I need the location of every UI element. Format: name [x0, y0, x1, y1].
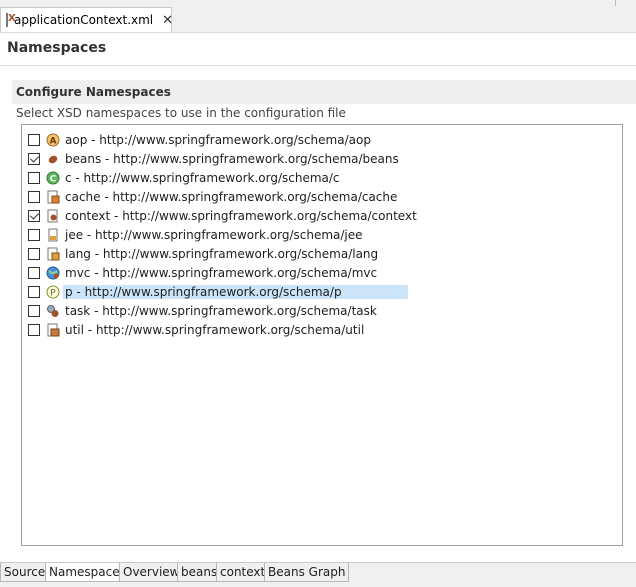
section-header: Configure Namespaces [12, 80, 636, 104]
tab-overview[interactable]: Overview [119, 563, 184, 582]
svg-text:P: P [50, 289, 56, 299]
namespace-checkbox[interactable] [28, 324, 40, 336]
editor-tab-applicationcontext[interactable]: applicationContext.xml ✕ [0, 7, 173, 32]
jee-icon [46, 228, 60, 242]
namespace-checkbox[interactable] [28, 134, 40, 146]
namespace-item-lang[interactable]: lang - http://www.springframework.org/sc… [28, 245, 380, 263]
namespace-checkbox[interactable] [28, 305, 40, 317]
close-icon[interactable]: ✕ [162, 13, 173, 28]
namespace-label: jee - http://www.springframework.org/sch… [65, 228, 363, 242]
namespace-label: beans - http://www.springframework.org/s… [65, 152, 399, 166]
namespace-list[interactable]: Aaop - http://www.springframework.org/sc… [21, 124, 623, 546]
namespace-item-c[interactable]: Cc - http://www.springframework.org/sche… [28, 169, 342, 187]
namespace-checkbox[interactable] [28, 210, 40, 222]
context-icon [46, 209, 60, 223]
namespace-checkbox[interactable] [28, 248, 40, 260]
cache-icon [46, 190, 60, 204]
c-icon: C [46, 171, 60, 185]
namespace-label: task - http://www.springframework.org/sc… [65, 304, 377, 318]
namespace-item-task[interactable]: task - http://www.springframework.org/sc… [28, 302, 379, 320]
tab-namespaces[interactable]: Namespaces [45, 563, 130, 582]
section-title: Configure Namespaces [16, 85, 171, 99]
namespace-label: mvc - http://www.springframework.org/sch… [65, 266, 378, 280]
namespace-item-context[interactable]: context - http://www.springframework.org… [28, 207, 419, 225]
namespace-checkbox[interactable] [28, 267, 40, 279]
namespace-item-jee[interactable]: jee - http://www.springframework.org/sch… [28, 226, 365, 244]
namespace-item-mvc[interactable]: mvc - http://www.springframework.org/sch… [28, 264, 379, 282]
namespace-item-util[interactable]: util - http://www.springframework.org/sc… [28, 321, 366, 339]
tab-context[interactable]: context [216, 563, 270, 582]
svg-text:C: C [50, 175, 57, 185]
toolbar-divider [615, 0, 616, 6]
namespace-item-cache[interactable]: cache - http://www.springframework.org/s… [28, 188, 399, 206]
namespace-checkbox[interactable] [28, 153, 40, 165]
namespace-checkbox[interactable] [28, 191, 40, 203]
aop-icon: A [46, 133, 60, 147]
namespace-label: aop - http://www.springframework.org/sch… [65, 133, 371, 147]
svg-text:A: A [50, 137, 57, 147]
header-divider [0, 65, 636, 66]
editor-tab-title: applicationContext.xml [14, 13, 154, 27]
xml-file-icon [6, 13, 16, 27]
util-icon [46, 323, 60, 337]
mvc-icon [46, 266, 60, 280]
namespace-item-p[interactable]: Pp - http://www.springframework.org/sche… [28, 283, 408, 301]
namespace-checkbox[interactable] [28, 229, 40, 241]
tab-beans[interactable]: beans [177, 563, 222, 582]
namespace-item-beans[interactable]: beans - http://www.springframework.org/s… [28, 150, 401, 168]
tab-beans-graph[interactable]: Beans Graph [264, 563, 350, 582]
namespace-label: util - http://www.springframework.org/sc… [65, 323, 365, 337]
section-description: Select XSD namespaces to use in the conf… [16, 106, 346, 120]
p-icon: P [46, 285, 60, 299]
editor-page-tabs: Source Namespaces Overview beans context Bean… [0, 562, 636, 587]
page-title: Namespaces [7, 40, 107, 56]
lang-icon [46, 247, 60, 261]
namespace-label: p - http://www.springframework.org/schem… [63, 285, 408, 299]
beans-icon [46, 152, 60, 166]
tab-source[interactable]: Source [0, 563, 50, 582]
namespace-label: lang - http://www.springframework.org/sc… [65, 247, 379, 261]
namespace-label: context - http://www.springframework.org… [65, 209, 417, 223]
task-icon [46, 304, 60, 318]
namespace-label: c - http://www.springframework.org/schem… [65, 171, 340, 185]
namespace-checkbox[interactable] [28, 172, 40, 184]
namespace-checkbox[interactable] [28, 286, 40, 298]
namespace-label: cache - http://www.springframework.org/s… [65, 190, 398, 204]
editor-tab-bar: applicationContext.xml ✕ [0, 0, 636, 33]
namespace-item-aop[interactable]: Aaop - http://www.springframework.org/sc… [28, 131, 373, 149]
